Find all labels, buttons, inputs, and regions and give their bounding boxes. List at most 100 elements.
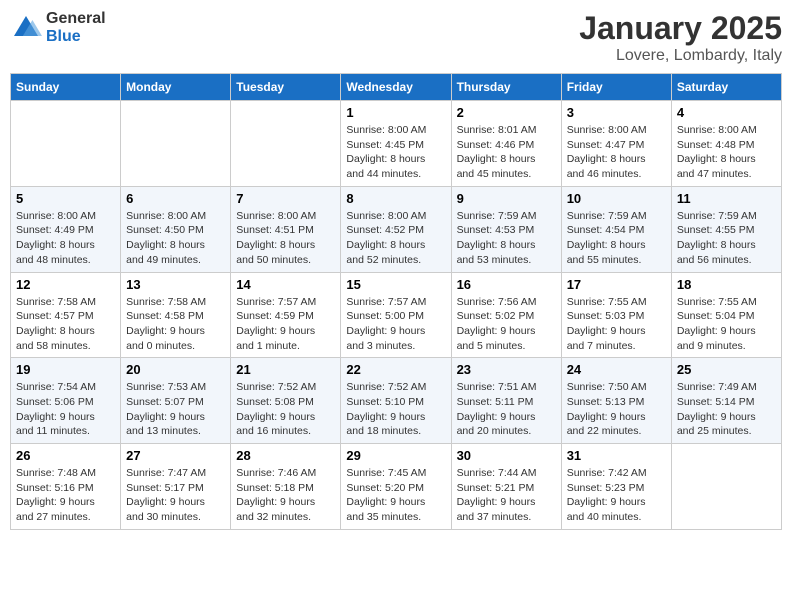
logo-general-text: General <box>46 10 106 28</box>
day-number: 27 <box>126 448 225 463</box>
calendar-week-row: 26 Sunrise: 7:48 AM Sunset: 5:16 PM Dayli… <box>11 444 782 530</box>
day-info: Sunrise: 7:49 AM Sunset: 5:14 PM Dayligh… <box>677 380 776 439</box>
calendar-week-row: 12Sunrise: 7:58 AM Sunset: 4:57 PM Dayli… <box>11 272 782 358</box>
day-number: 17 <box>567 277 666 292</box>
day-number: 18 <box>677 277 776 292</box>
calendar-cell: 19 Sunrise: 7:54 AM Sunset: 5:06 PM Dayli… <box>11 358 121 444</box>
calendar-cell: 15 Sunrise: 7:57 AM Sunset: 5:00 PM Dayli… <box>341 272 451 358</box>
day-number: 29 <box>346 448 445 463</box>
calendar-cell: 23 Sunrise: 7:51 AM Sunset: 5:11 PM Dayli… <box>451 358 561 444</box>
day-info: Sunrise: 8:00 AM Sunset: 4:51 PM Dayligh… <box>236 209 335 268</box>
day-number: 12 <box>16 277 115 292</box>
day-info: Sunrise: 7:51 AM Sunset: 5:11 PM Dayligh… <box>457 380 556 439</box>
page-header: General Blue January 2025 Lovere, Lombar… <box>10 10 782 65</box>
calendar-cell: 27 Sunrise: 7:47 AM Sunset: 5:17 PM Dayli… <box>121 444 231 530</box>
calendar-table: SundayMondayTuesdayWednesdayThursdayFrid… <box>10 73 782 530</box>
day-number: 15 <box>346 277 445 292</box>
calendar-cell <box>231 101 341 187</box>
day-number: 26 <box>16 448 115 463</box>
calendar-cell: 30Sunrise: 7:44 AM Sunset: 5:21 PM Dayli… <box>451 444 561 530</box>
day-info: Sunrise: 8:00 AM Sunset: 4:52 PM Dayligh… <box>346 209 445 268</box>
day-number: 4 <box>677 105 776 120</box>
day-number: 3 <box>567 105 666 120</box>
day-info: Sunrise: 7:56 AM Sunset: 5:02 PM Dayligh… <box>457 295 556 354</box>
calendar-cell: 1 Sunrise: 8:00 AM Sunset: 4:45 PM Daylig… <box>341 101 451 187</box>
day-number: 21 <box>236 362 335 377</box>
day-info: Sunrise: 7:59 AM Sunset: 4:54 PM Dayligh… <box>567 209 666 268</box>
month-title: January 2025 <box>579 10 782 47</box>
calendar-cell: 10Sunrise: 7:59 AM Sunset: 4:54 PM Dayli… <box>561 186 671 272</box>
calendar-week-row: 1 Sunrise: 8:00 AM Sunset: 4:45 PM Daylig… <box>11 101 782 187</box>
calendar-cell: 8 Sunrise: 8:00 AM Sunset: 4:52 PM Daylig… <box>341 186 451 272</box>
day-info: Sunrise: 7:44 AM Sunset: 5:21 PM Dayligh… <box>457 466 556 525</box>
day-info: Sunrise: 7:45 AM Sunset: 5:20 PM Dayligh… <box>346 466 445 525</box>
day-info: Sunrise: 7:57 AM Sunset: 4:59 PM Dayligh… <box>236 295 335 354</box>
calendar-cell <box>671 444 781 530</box>
weekday-header-monday: Monday <box>121 74 231 101</box>
day-number: 6 <box>126 191 225 206</box>
day-info: Sunrise: 7:55 AM Sunset: 5:04 PM Dayligh… <box>677 295 776 354</box>
calendar-cell: 20Sunrise: 7:53 AM Sunset: 5:07 PM Dayli… <box>121 358 231 444</box>
calendar-cell: 26 Sunrise: 7:48 AM Sunset: 5:16 PM Dayli… <box>11 444 121 530</box>
calendar-cell: 7 Sunrise: 8:00 AM Sunset: 4:51 PM Daylig… <box>231 186 341 272</box>
calendar-week-row: 19 Sunrise: 7:54 AM Sunset: 5:06 PM Dayli… <box>11 358 782 444</box>
day-number: 16 <box>457 277 556 292</box>
day-number: 24 <box>567 362 666 377</box>
calendar-cell: 14 Sunrise: 7:57 AM Sunset: 4:59 PM Dayli… <box>231 272 341 358</box>
day-info: Sunrise: 7:58 AM Sunset: 4:58 PM Dayligh… <box>126 295 225 354</box>
day-number: 13 <box>126 277 225 292</box>
weekday-header-wednesday: Wednesday <box>341 74 451 101</box>
weekday-header-friday: Friday <box>561 74 671 101</box>
calendar-cell: 3 Sunrise: 8:00 AM Sunset: 4:47 PM Daylig… <box>561 101 671 187</box>
weekday-header-saturday: Saturday <box>671 74 781 101</box>
day-info: Sunrise: 7:52 AM Sunset: 5:08 PM Dayligh… <box>236 380 335 439</box>
day-number: 9 <box>457 191 556 206</box>
day-number: 28 <box>236 448 335 463</box>
logo-blue-text: Blue <box>46 28 106 46</box>
day-info: Sunrise: 7:47 AM Sunset: 5:17 PM Dayligh… <box>126 466 225 525</box>
weekday-header-row: SundayMondayTuesdayWednesdayThursdayFrid… <box>11 74 782 101</box>
day-number: 2 <box>457 105 556 120</box>
day-info: Sunrise: 7:59 AM Sunset: 4:55 PM Dayligh… <box>677 209 776 268</box>
day-info: Sunrise: 8:00 AM Sunset: 4:49 PM Dayligh… <box>16 209 115 268</box>
calendar-cell <box>121 101 231 187</box>
day-number: 23 <box>457 362 556 377</box>
calendar-cell: 24 Sunrise: 7:50 AM Sunset: 5:13 PM Dayli… <box>561 358 671 444</box>
calendar-cell: 31Sunrise: 7:42 AM Sunset: 5:23 PM Dayli… <box>561 444 671 530</box>
logo-text: General Blue <box>46 10 106 45</box>
calendar-cell: 17 Sunrise: 7:55 AM Sunset: 5:03 PM Dayli… <box>561 272 671 358</box>
calendar-cell: 29 Sunrise: 7:45 AM Sunset: 5:20 PM Dayli… <box>341 444 451 530</box>
calendar-cell: 18 Sunrise: 7:55 AM Sunset: 5:04 PM Dayli… <box>671 272 781 358</box>
calendar-cell: 2 Sunrise: 8:01 AM Sunset: 4:46 PM Daylig… <box>451 101 561 187</box>
day-info: Sunrise: 7:57 AM Sunset: 5:00 PM Dayligh… <box>346 295 445 354</box>
day-number: 1 <box>346 105 445 120</box>
day-info: Sunrise: 8:00 AM Sunset: 4:47 PM Dayligh… <box>567 123 666 182</box>
day-info: Sunrise: 7:50 AM Sunset: 5:13 PM Dayligh… <box>567 380 666 439</box>
day-info: Sunrise: 8:00 AM Sunset: 4:48 PM Dayligh… <box>677 123 776 182</box>
calendar-cell: 5 Sunrise: 8:00 AM Sunset: 4:49 PM Daylig… <box>11 186 121 272</box>
calendar-cell: 11 Sunrise: 7:59 AM Sunset: 4:55 PM Dayli… <box>671 186 781 272</box>
day-info: Sunrise: 7:54 AM Sunset: 5:06 PM Dayligh… <box>16 380 115 439</box>
day-number: 20 <box>126 362 225 377</box>
calendar-cell: 9Sunrise: 7:59 AM Sunset: 4:53 PM Daylig… <box>451 186 561 272</box>
weekday-header-tuesday: Tuesday <box>231 74 341 101</box>
weekday-header-thursday: Thursday <box>451 74 561 101</box>
day-info: Sunrise: 7:46 AM Sunset: 5:18 PM Dayligh… <box>236 466 335 525</box>
calendar-cell: 21 Sunrise: 7:52 AM Sunset: 5:08 PM Dayli… <box>231 358 341 444</box>
location-text: Lovere, Lombardy, Italy <box>579 47 782 65</box>
calendar-cell: 4 Sunrise: 8:00 AM Sunset: 4:48 PM Daylig… <box>671 101 781 187</box>
calendar-week-row: 5 Sunrise: 8:00 AM Sunset: 4:49 PM Daylig… <box>11 186 782 272</box>
weekday-header-sunday: Sunday <box>11 74 121 101</box>
day-number: 19 <box>16 362 115 377</box>
day-number: 5 <box>16 191 115 206</box>
day-info: Sunrise: 7:55 AM Sunset: 5:03 PM Dayligh… <box>567 295 666 354</box>
day-info: Sunrise: 7:42 AM Sunset: 5:23 PM Dayligh… <box>567 466 666 525</box>
day-info: Sunrise: 8:01 AM Sunset: 4:46 PM Dayligh… <box>457 123 556 182</box>
day-number: 7 <box>236 191 335 206</box>
day-number: 11 <box>677 191 776 206</box>
day-number: 14 <box>236 277 335 292</box>
day-info: Sunrise: 7:48 AM Sunset: 5:16 PM Dayligh… <box>16 466 115 525</box>
calendar-cell <box>11 101 121 187</box>
day-info: Sunrise: 8:00 AM Sunset: 4:45 PM Dayligh… <box>346 123 445 182</box>
day-number: 8 <box>346 191 445 206</box>
